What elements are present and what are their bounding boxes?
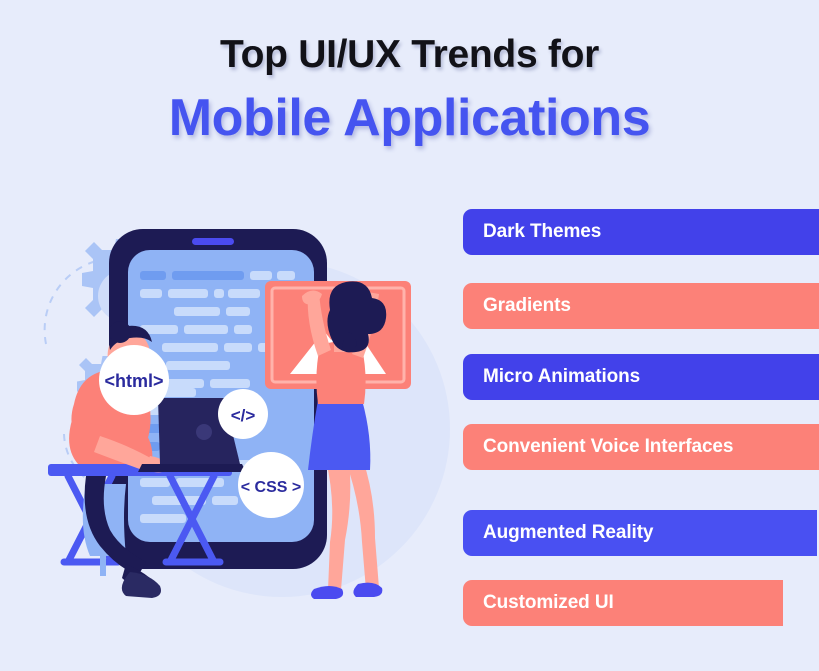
trend-item-6[interactable]: Customized UI <box>463 580 783 626</box>
trend-item-4[interactable]: Convenient Voice Interfaces <box>463 424 819 470</box>
page-title: Top UI/UX Trends for Mobile Applications <box>0 33 819 148</box>
hero-illustration: <html> </> < CSS > <box>34 214 454 644</box>
laptop-logo <box>196 424 212 440</box>
trend-item-label: Customized UI <box>483 592 614 613</box>
trend-item-3[interactable]: Micro Animations <box>463 354 819 400</box>
trend-item-label: Convenient Voice Interfaces <box>483 436 734 457</box>
code-bubble-html-label: <html> <box>104 371 163 391</box>
skirt <box>308 400 371 470</box>
trend-item-label: Dark Themes <box>483 221 602 242</box>
trend-item-5[interactable]: Augmented Reality <box>463 510 817 556</box>
laptop-base <box>138 464 246 472</box>
code-bubble-css: < CSS > <box>238 452 304 518</box>
trend-item-1[interactable]: Dark Themes <box>463 209 819 255</box>
code-bubble-css-label: < CSS > <box>241 479 301 496</box>
title-line-2: Mobile Applications <box>168 89 651 148</box>
shoe <box>121 572 161 598</box>
infographic-poster: Top UI/UX Trends for Mobile Applications… <box>0 0 819 671</box>
code-bubble-html: <html> <box>99 345 169 415</box>
trend-item-label: Micro Animations <box>483 366 641 387</box>
hair-bun <box>109 321 131 343</box>
code-bubble-tag: </> <box>218 389 268 439</box>
code-bubble-tag-label: </> <box>231 406 256 425</box>
trend-item-2[interactable]: Gradients <box>463 283 819 329</box>
trend-item-label: Gradients <box>483 295 571 316</box>
tablet-speaker <box>192 238 234 245</box>
trend-item-label: Augmented Reality <box>483 522 654 543</box>
title-line-1: Top UI/UX Trends for <box>220 33 599 76</box>
